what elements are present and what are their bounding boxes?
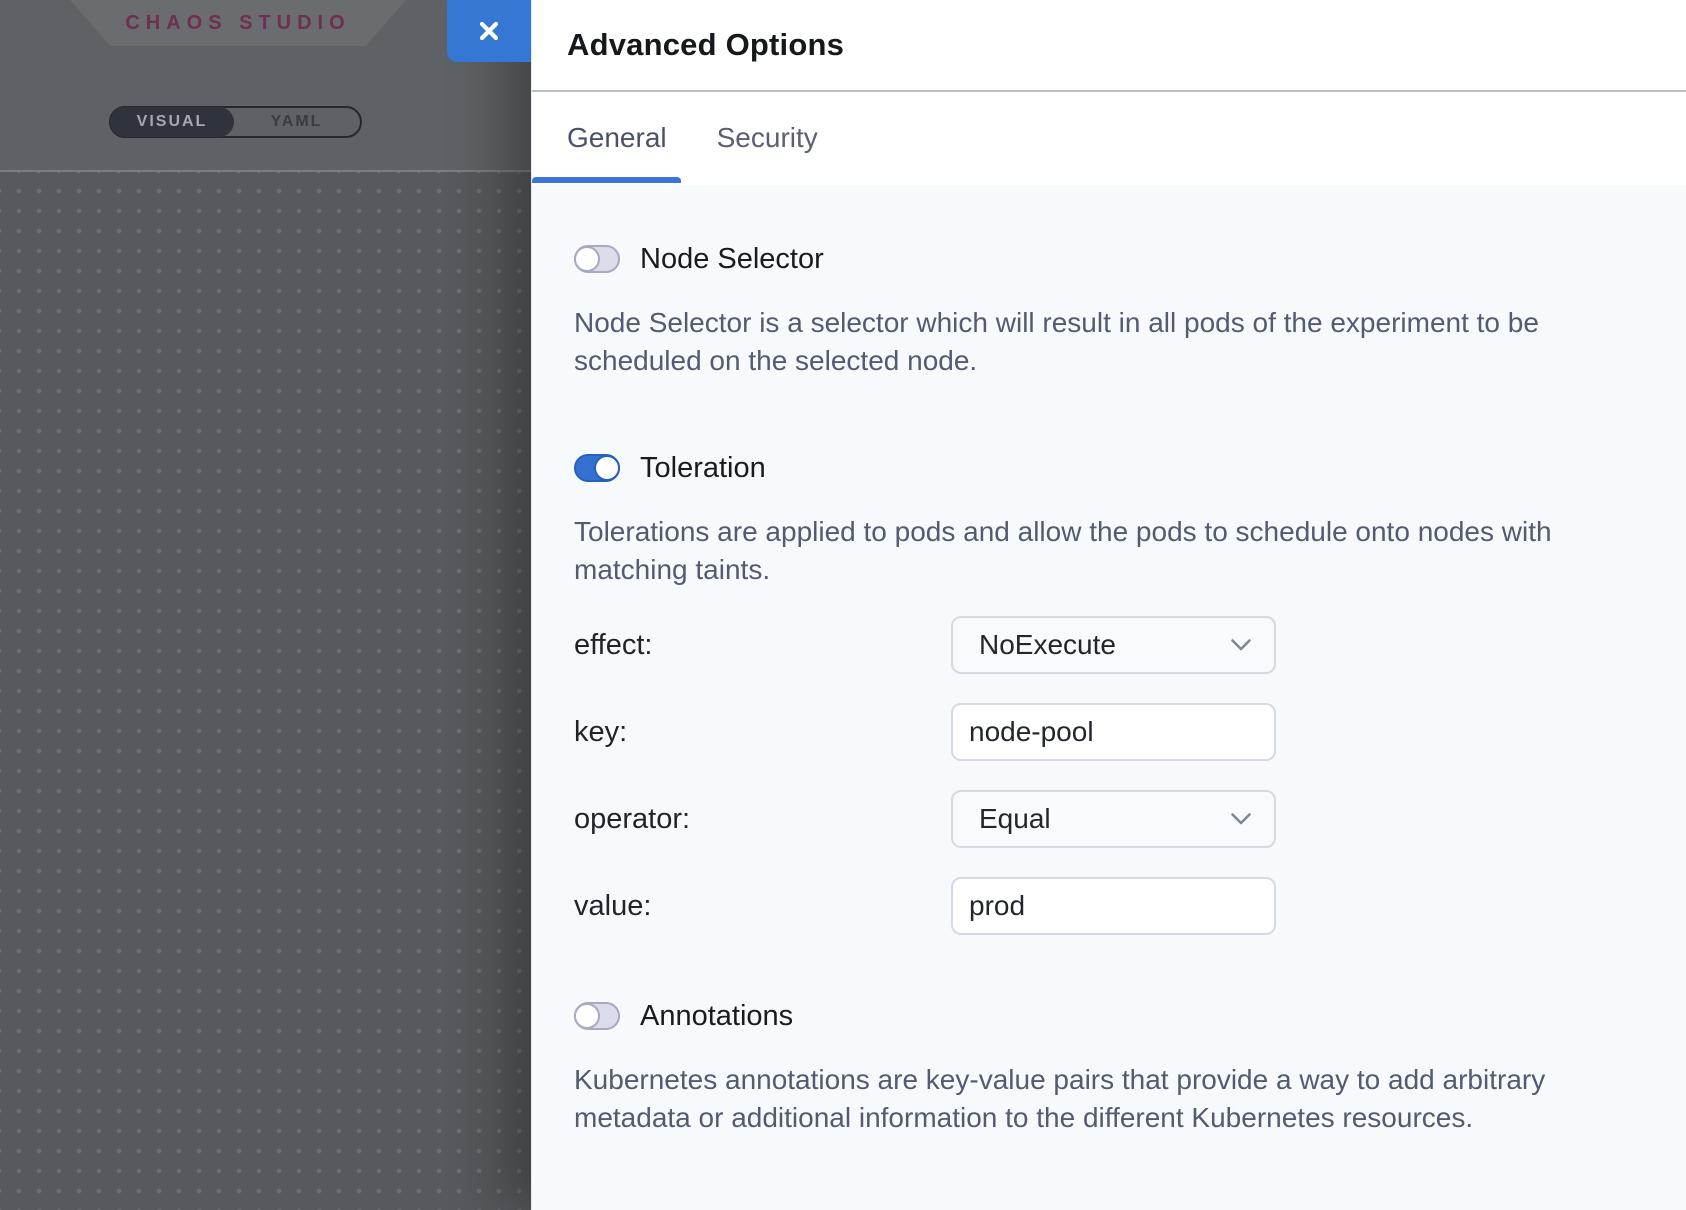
close-drawer-button[interactable]: [447, 0, 531, 62]
yaml-tab[interactable]: YAML: [233, 108, 360, 136]
key-label: key:: [574, 716, 951, 749]
screen: CHAOS STUDIO VISUAL YAML Advanced Option…: [0, 0, 1686, 1210]
effect-select[interactable]: NoExecute: [951, 616, 1276, 674]
brand-badge: CHAOS STUDIO: [70, 0, 406, 46]
drawer-title-bar: Advanced Options: [532, 0, 1686, 92]
toleration-description: Tolerations are applied to pods and allo…: [574, 513, 1646, 589]
operator-label: operator:: [574, 803, 951, 836]
close-icon: [477, 19, 501, 43]
node-selector-toggle[interactable]: [574, 245, 620, 273]
general-tab-content: Node Selector Node Selector is a selecto…: [532, 185, 1686, 1210]
form-row-operator: operator: Equal: [574, 790, 1646, 848]
value-label: value:: [574, 890, 951, 923]
toggle-knob-icon: [574, 1003, 600, 1029]
operator-select[interactable]: Equal: [951, 790, 1276, 848]
operator-select-value: Equal: [979, 803, 1051, 835]
visual-tab[interactable]: VISUAL: [110, 107, 234, 137]
toleration-toggle[interactable]: [574, 454, 620, 482]
drawer-tabs: General Security: [532, 92, 1686, 183]
effect-label: effect:: [574, 629, 951, 662]
node-selector-description: Node Selector is a selector which will r…: [574, 304, 1646, 380]
brand-title: CHAOS STUDIO: [125, 12, 350, 35]
key-input[interactable]: [951, 703, 1276, 761]
node-selector-row: Node Selector: [574, 245, 1646, 273]
effect-select-value: NoExecute: [979, 629, 1116, 661]
toggle-knob-icon: [594, 455, 620, 481]
toggle-knob-icon: [574, 246, 600, 272]
tab-security[interactable]: Security: [713, 92, 822, 183]
annotations-description: Kubernetes annotations are key-value pai…: [574, 1061, 1646, 1137]
toleration-row: Toleration: [574, 454, 1646, 482]
value-input[interactable]: [951, 877, 1276, 935]
toleration-form: effect: NoExecute key: operator: Eq: [574, 616, 1646, 935]
annotations-label: Annotations: [640, 1000, 793, 1033]
tab-general[interactable]: General: [532, 92, 681, 183]
annotations-toggle[interactable]: [574, 1002, 620, 1030]
chevron-down-icon: [1230, 638, 1252, 652]
node-selector-label: Node Selector: [640, 243, 824, 276]
annotations-row: Annotations: [574, 1002, 1646, 1030]
drawer-title: Advanced Options: [567, 27, 844, 63]
form-row-value: value:: [574, 877, 1646, 935]
form-row-effect: effect: NoExecute: [574, 616, 1646, 674]
view-mode-toggle: VISUAL YAML: [109, 106, 362, 138]
form-row-key: key:: [574, 703, 1646, 761]
toleration-label: Toleration: [640, 452, 766, 485]
advanced-options-drawer: Advanced Options General Security Node S…: [531, 0, 1686, 1210]
chevron-down-icon: [1230, 812, 1252, 826]
